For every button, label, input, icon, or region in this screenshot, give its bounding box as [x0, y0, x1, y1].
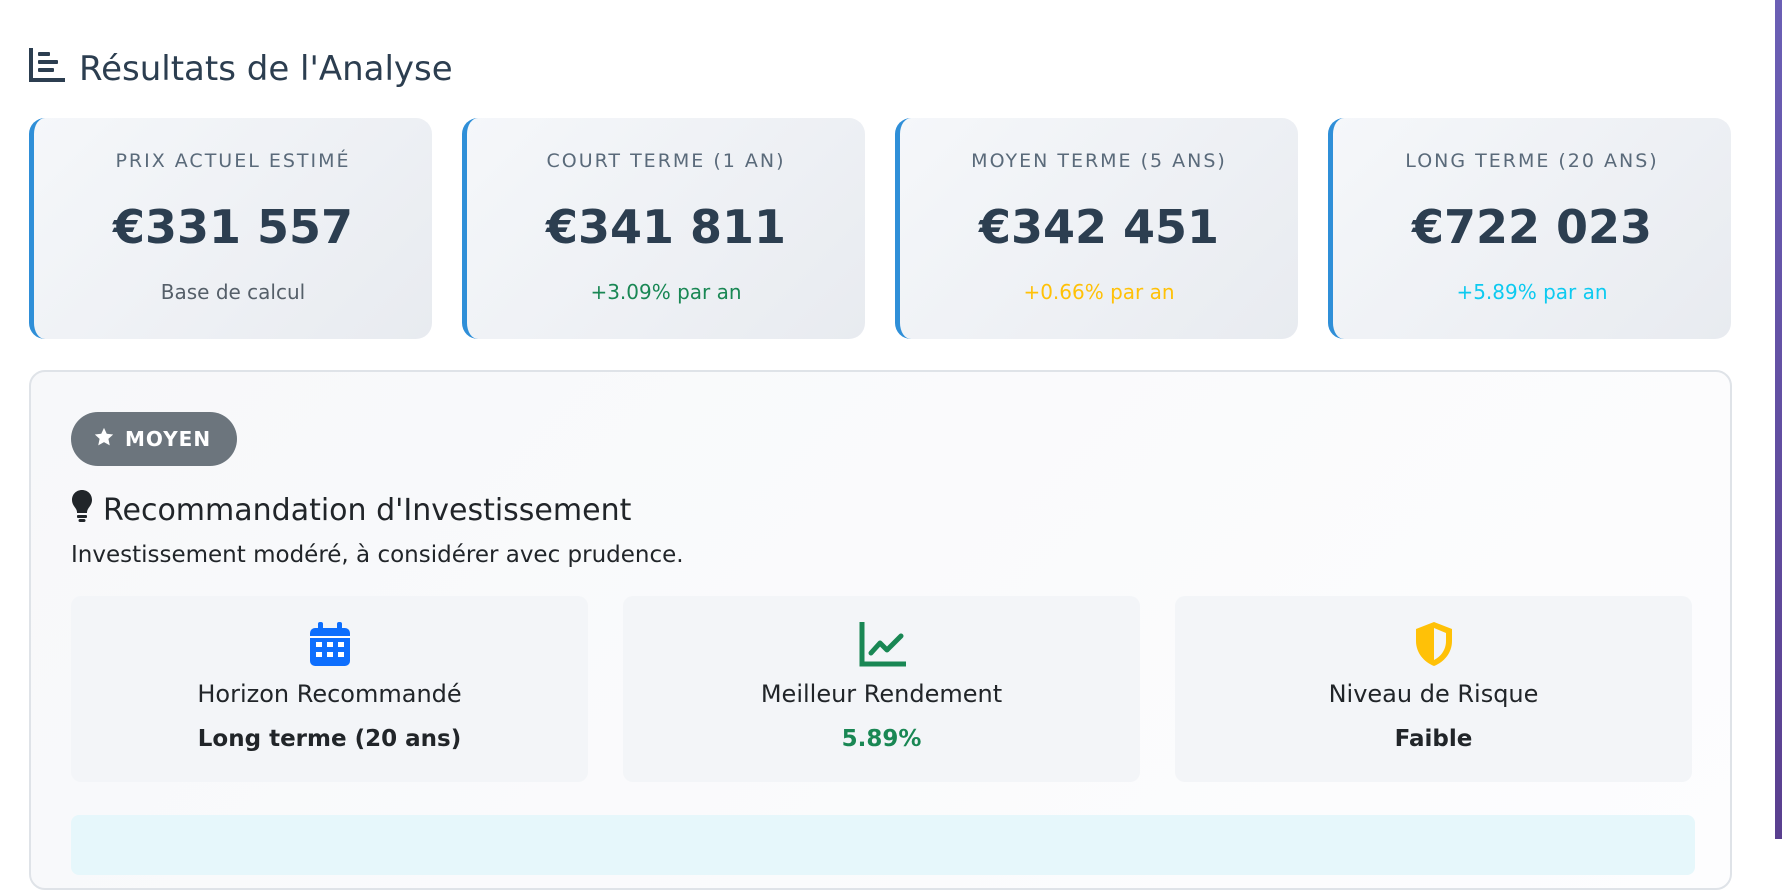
shield-icon — [1410, 620, 1458, 668]
card-subtext: Base de calcul — [160, 280, 306, 304]
section-header: Résultats de l'Analyse — [29, 46, 453, 92]
page-title: Résultats de l'Analyse — [79, 49, 453, 89]
star-icon — [93, 426, 115, 453]
info-alert — [71, 815, 1695, 875]
metric-value: Long terme (20 ans) — [197, 726, 462, 752]
metric-risk-level: Niveau de Risque Faible — [1175, 596, 1692, 782]
card-value: €331 557 — [112, 200, 354, 254]
price-card-medium-term: MOYEN TERME (5 ANS) €342 451 +0.66% par … — [895, 118, 1298, 339]
card-subtext: +0.66% par an — [1023, 280, 1175, 304]
card-subtext: +3.09% par an — [590, 280, 742, 304]
metric-value: 5.89% — [841, 726, 922, 752]
calendar-icon — [306, 620, 354, 668]
metric-best-return: Meilleur Rendement 5.89% — [623, 596, 1140, 782]
chart-bar-icon — [29, 47, 65, 91]
card-label: PRIX ACTUEL ESTIMÉ — [115, 150, 351, 172]
price-card-short-term: COURT TERME (1 AN) €341 811 +3.09% par a… — [462, 118, 865, 339]
card-value: €342 451 — [978, 200, 1220, 254]
metric-label: Horizon Recommandé — [197, 680, 462, 708]
badge-label: MOYEN — [125, 427, 212, 451]
recommendation-panel: MOYEN Recommandation d'Investissement In… — [29, 370, 1732, 890]
metric-label: Meilleur Rendement — [760, 680, 1003, 708]
recommendation-heading: Recommandation d'Investissement — [71, 490, 631, 530]
card-label: COURT TERME (1 AN) — [546, 150, 786, 172]
recommendation-title: Recommandation d'Investissement — [103, 492, 632, 528]
card-label: LONG TERME (20 ANS) — [1405, 150, 1659, 172]
chart-line-icon — [858, 620, 906, 668]
lightbulb-icon — [71, 490, 93, 530]
price-cards: PRIX ACTUEL ESTIMÉ €331 557 Base de calc… — [29, 118, 1731, 339]
card-subtext: +5.89% par an — [1456, 280, 1608, 304]
recommendation-metrics: Horizon Recommandé Long terme (20 ans) M… — [71, 596, 1692, 782]
metric-horizon: Horizon Recommandé Long terme (20 ans) — [71, 596, 588, 782]
recommendation-description: Investissement modéré, à considérer avec… — [71, 542, 684, 568]
window-edge — [1775, 0, 1782, 839]
card-label: MOYEN TERME (5 ANS) — [971, 150, 1227, 172]
card-value: €722 023 — [1411, 200, 1653, 254]
price-card-long-term: LONG TERME (20 ANS) €722 023 +5.89% par … — [1328, 118, 1731, 339]
rating-badge: MOYEN — [71, 412, 238, 466]
metric-label: Niveau de Risque — [1328, 680, 1539, 708]
price-card-current: PRIX ACTUEL ESTIMÉ €331 557 Base de calc… — [29, 118, 432, 339]
card-value: €341 811 — [545, 200, 787, 254]
metric-value: Faible — [1394, 726, 1473, 752]
